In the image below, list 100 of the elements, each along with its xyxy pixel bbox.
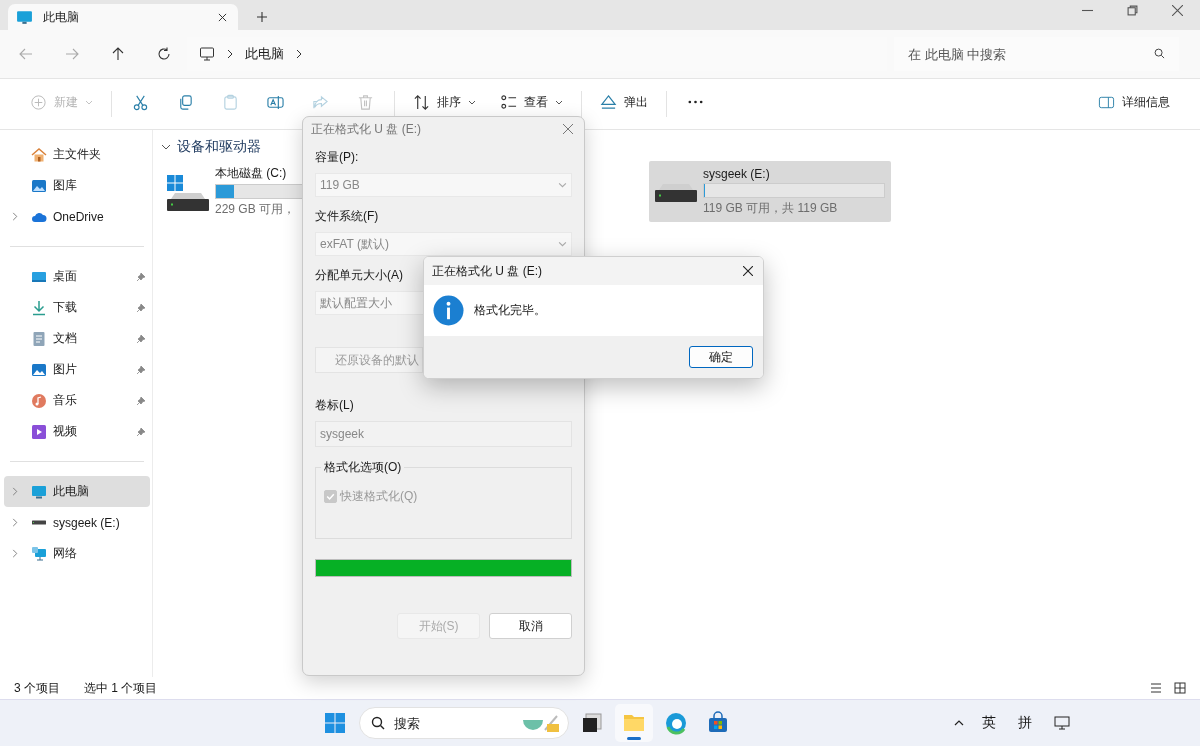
scissors-icon — [132, 93, 149, 111]
gallery-icon — [31, 177, 47, 194]
caret-icon — [468, 99, 476, 105]
drive-icon — [167, 192, 209, 211]
sidebar-item[interactable]: 图库 — [4, 170, 150, 201]
copy-icon — [177, 93, 194, 111]
chevron-icon — [296, 49, 302, 59]
sort-icon — [413, 93, 430, 111]
windows-logo-icon — [167, 174, 183, 191]
browser-icon — [663, 711, 688, 735]
download-icon — [31, 299, 47, 316]
expand-chevron-icon[interactable] — [12, 212, 18, 221]
collapse-chevron-icon — [161, 144, 171, 150]
drive-name: 本地磁盘 (C:) — [215, 165, 287, 182]
eject-icon — [600, 93, 617, 111]
rename-icon — [267, 93, 284, 111]
drive-icon — [655, 183, 697, 202]
restore-icon[interactable] — [1127, 5, 1138, 16]
details-view-icon[interactable] — [1150, 682, 1162, 694]
plus-circle-icon — [30, 93, 47, 111]
pin-icon[interactable] — [136, 271, 146, 282]
sidebar-item[interactable]: sysgeek (E:) — [4, 507, 150, 538]
item-count: 3 个项目 — [14, 679, 60, 697]
monitor-icon[interactable] — [1054, 716, 1070, 730]
dropdown[interactable]: 默认配置大小 — [315, 291, 425, 315]
search-icon — [370, 716, 385, 730]
sidebar-item[interactable]: 下载 — [4, 292, 150, 323]
search-icon[interactable] — [1154, 48, 1165, 59]
check-icon — [325, 491, 336, 502]
close-icon[interactable] — [743, 266, 753, 276]
field-label: 容量(P): — [315, 149, 359, 166]
add-tab-icon[interactable] — [257, 12, 267, 22]
section-header[interactable]: 设备和驱动器 — [161, 138, 261, 156]
explorer-taskbar-button[interactable] — [614, 704, 653, 742]
back-icon[interactable] — [19, 47, 33, 61]
monitor-icon — [16, 8, 33, 26]
sidebar-item[interactable]: 视频 — [4, 416, 150, 447]
refresh-icon[interactable] — [157, 47, 171, 61]
ok-button[interactable]: 确定 — [689, 346, 753, 368]
sidebar-item[interactable]: 网络 — [4, 538, 150, 569]
dialog-title: 正在格式化 U 盘 (E:) — [432, 262, 542, 280]
monitor-icon — [199, 46, 215, 62]
drive-item[interactable]: sysgeek (E:) 119 GB 可用，共 119 GB — [649, 161, 891, 222]
video-icon — [31, 423, 47, 440]
pin-icon[interactable] — [136, 426, 146, 437]
input-method-indicator[interactable]: 拼 — [1018, 714, 1032, 732]
close-icon[interactable] — [1172, 5, 1183, 16]
field-label: 分配单元大小(A) — [315, 267, 403, 284]
caret-icon — [85, 99, 93, 105]
expand-chevron-icon[interactable] — [12, 549, 18, 558]
sidebar-item[interactable]: 桌面 — [4, 261, 150, 292]
pin-icon[interactable] — [136, 302, 146, 313]
dropdown[interactable]: exFAT (默认) — [315, 232, 572, 256]
clipboard-icon — [222, 93, 239, 111]
caret-icon — [558, 182, 567, 188]
breadcrumb-item[interactable]: 此电脑 — [245, 45, 284, 63]
start-icon[interactable] — [322, 711, 347, 735]
input-method-indicator[interactable]: 英 — [982, 714, 996, 732]
sidebar-item[interactable]: 文档 — [4, 323, 150, 354]
more-icon — [687, 100, 704, 104]
dialog-title: 正在格式化 U 盘 (E:) — [311, 120, 422, 138]
sort-button[interactable]: 排序 — [401, 90, 488, 114]
sidebar-item[interactable]: 此电脑 — [4, 476, 150, 507]
chevron-icon — [227, 49, 233, 59]
close-icon[interactable] — [218, 12, 227, 22]
forward-icon[interactable] — [65, 47, 79, 61]
image-icon — [31, 361, 47, 378]
taskbar-search-field[interactable]: 搜索 — [358, 707, 569, 739]
music-icon — [31, 392, 47, 409]
tab[interactable]: 此电脑 — [8, 4, 238, 30]
caret-icon — [558, 241, 567, 247]
chevron-up-icon[interactable] — [954, 720, 964, 726]
home-icon — [31, 146, 47, 163]
drive-icon — [31, 520, 47, 525]
field-label: 卷标(L) — [315, 397, 354, 414]
free-space-text: 119 GB 可用，共 119 GB — [703, 199, 838, 217]
selection-count: 选中 1 个项目 — [84, 679, 158, 697]
expand-chevron-icon[interactable] — [12, 518, 18, 527]
caret-icon — [555, 99, 563, 105]
pin-icon[interactable] — [136, 364, 146, 375]
monitor-icon — [31, 483, 47, 500]
expand-chevron-icon[interactable] — [12, 487, 18, 496]
sidebar-item[interactable]: 图片 — [4, 354, 150, 385]
sidebar-item[interactable]: 音乐 — [4, 385, 150, 416]
free-space-text: 229 GB 可用， — [215, 201, 296, 218]
eject-button[interactable]: 弹出 — [588, 90, 660, 114]
dialog-button[interactable]: 取消 — [489, 613, 572, 639]
pin-icon[interactable] — [136, 333, 146, 344]
sidebar-item[interactable]: 主文件夹 — [4, 139, 150, 170]
up-icon[interactable] — [111, 47, 125, 61]
share-icon — [312, 93, 329, 111]
tiles-view-icon[interactable] — [1174, 682, 1186, 694]
pin-icon[interactable] — [136, 395, 146, 406]
info-icon — [433, 295, 464, 326]
field-label: 文件系统(F) — [315, 208, 379, 225]
sidebar-item[interactable]: OneDrive — [4, 201, 150, 232]
view-button[interactable]: 查看 — [488, 90, 575, 114]
group-label: 格式化选项(O) — [321, 459, 405, 476]
details-button[interactable]: 详细信息 — [1086, 90, 1182, 114]
document-icon — [31, 330, 47, 347]
